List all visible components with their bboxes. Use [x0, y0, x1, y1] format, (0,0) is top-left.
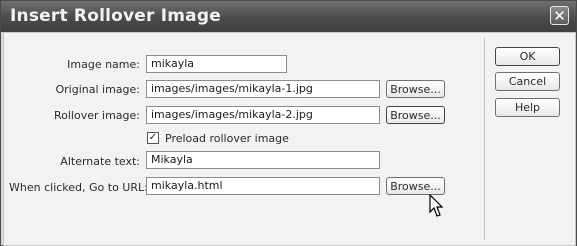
ok-button[interactable]: OK	[495, 47, 560, 66]
preload-label: Preload rollover image	[165, 132, 289, 145]
original-image-browse-button[interactable]: Browse...	[386, 80, 445, 98]
image-name-input[interactable]: mikayla	[146, 55, 287, 73]
cancel-button[interactable]: Cancel	[495, 72, 560, 91]
go-to-url-input[interactable]: mikayla.html	[146, 177, 380, 195]
go-to-url-browse-button[interactable]: Browse...	[386, 177, 445, 195]
rollover-image-browse-button[interactable]: Browse...	[386, 106, 445, 124]
original-image-label: Original image:	[55, 83, 140, 96]
title-bar[interactable]: Insert Rollover Image ✕	[1, 1, 576, 32]
image-name-label: Image name:	[67, 58, 140, 71]
go-to-url-label: When clicked, Go to URL:	[9, 181, 148, 194]
alternate-text-label: Alternate text:	[60, 155, 140, 168]
dialog-title: Insert Rollover Image	[10, 6, 221, 26]
alternate-text-input[interactable]: Mikayla	[146, 151, 380, 169]
preload-checkbox[interactable]: ✓	[147, 132, 159, 144]
original-image-input[interactable]: images/images/mikayla-1.jpg	[146, 80, 380, 98]
close-icon[interactable]: ✕	[550, 6, 569, 25]
rollover-image-input[interactable]: images/images/mikayla-2.jpg	[146, 106, 380, 124]
help-button[interactable]: Help	[495, 98, 560, 117]
action-separator	[484, 38, 485, 240]
rollover-image-label: Rollover image:	[54, 109, 140, 122]
insert-rollover-image-dialog: Insert Rollover Image ✕ Image name: mika…	[0, 0, 577, 246]
pointer-icon	[429, 194, 443, 217]
